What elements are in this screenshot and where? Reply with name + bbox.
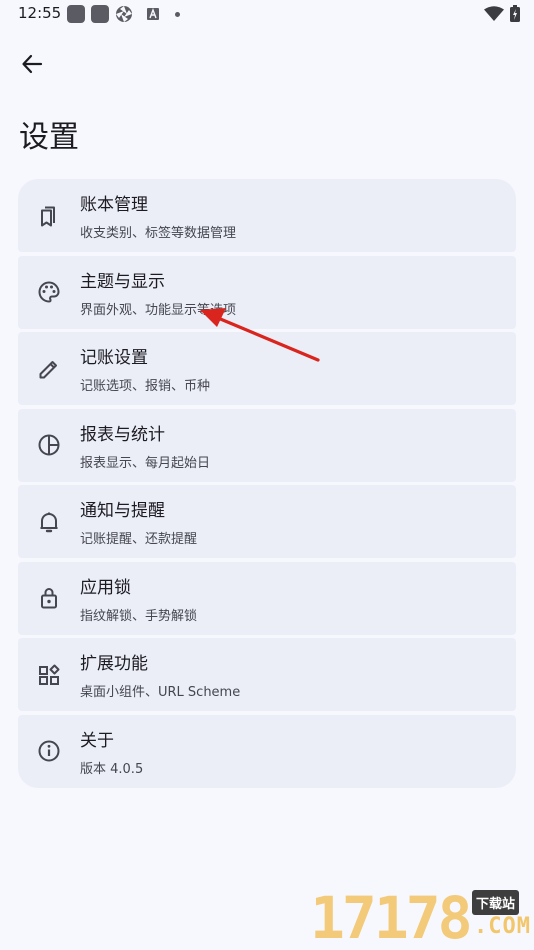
book-icon bbox=[41, 206, 55, 226]
item-subtitle: 版本 4.0.5 bbox=[80, 761, 144, 777]
more-notifications-dot bbox=[175, 11, 180, 17]
item-title: 主题与显示 bbox=[80, 271, 165, 292]
settings-item-app-lock[interactable]: 应用锁 指纹解锁、手势解锁 bbox=[18, 561, 516, 635]
item-title: 关于 bbox=[80, 730, 114, 751]
status-bar: 12:55 bbox=[0, 0, 534, 28]
item-subtitle: 记账选项、报销、币种 bbox=[80, 379, 211, 394]
notification-app-icon bbox=[67, 5, 85, 23]
status-time: 12:55 bbox=[18, 4, 62, 22]
page-title: 设置 bbox=[19, 120, 79, 155]
lock-icon bbox=[41, 588, 57, 609]
arrow-back-icon bbox=[22, 54, 43, 74]
bell-icon bbox=[40, 512, 58, 532]
item-title: 通知与提醒 bbox=[80, 501, 165, 521]
settings-item-ledger[interactable]: 账本管理 收支类别、标签等数据管理 bbox=[18, 179, 516, 252]
watermark-suffix: .COM bbox=[474, 914, 531, 939]
watermark-badge: 下载站 bbox=[472, 890, 520, 915]
back-button[interactable] bbox=[14, 46, 50, 82]
battery-icon bbox=[510, 5, 520, 22]
settings-item-about[interactable]: 关于 版本 4.0.5 bbox=[18, 714, 516, 788]
item-title: 扩展功能 bbox=[80, 654, 148, 674]
item-subtitle: 收支类别、标签等数据管理 bbox=[80, 226, 237, 241]
item-subtitle: 桌面小组件、URL Scheme bbox=[80, 685, 241, 700]
item-title: 应用锁 bbox=[80, 577, 131, 598]
settings-item-reports[interactable]: 报表与统计 报表显示、每月起始日 bbox=[18, 408, 516, 482]
aperture-icon bbox=[116, 6, 132, 22]
watermark-logo: 17178 下载站 .COM bbox=[306, 884, 534, 950]
item-subtitle: 记账提醒、还款提醒 bbox=[80, 532, 198, 547]
notification-app-icon bbox=[91, 5, 109, 23]
annotation-arrow bbox=[200, 308, 320, 362]
item-title: 报表与统计 bbox=[80, 424, 165, 445]
widgets-icon bbox=[39, 664, 60, 685]
settings-item-notifications[interactable]: 通知与提醒 记账提醒、还款提醒 bbox=[18, 485, 516, 558]
item-subtitle: 指纹解锁、手势解锁 bbox=[80, 608, 198, 624]
info-icon bbox=[38, 740, 60, 762]
settings-item-extensions[interactable]: 扩展功能 桌面小组件、URL Scheme bbox=[18, 638, 516, 711]
wifi-icon bbox=[484, 5, 504, 21]
status-notification-icons bbox=[67, 5, 180, 23]
item-subtitle: 报表显示、每月起始日 bbox=[80, 455, 211, 471]
item-title: 账本管理 bbox=[80, 195, 148, 215]
status-system-icons bbox=[484, 5, 520, 22]
settings-list: 账本管理 收支类别、标签等数据管理 主题与显示 界面外观、功能显示等选项 记账设… bbox=[18, 179, 516, 788]
palette-icon bbox=[38, 281, 60, 303]
pie-chart-icon bbox=[38, 434, 60, 456]
pencil-icon bbox=[39, 360, 57, 378]
a-box-icon bbox=[147, 8, 159, 20]
watermark-number: 17178 bbox=[310, 884, 473, 950]
